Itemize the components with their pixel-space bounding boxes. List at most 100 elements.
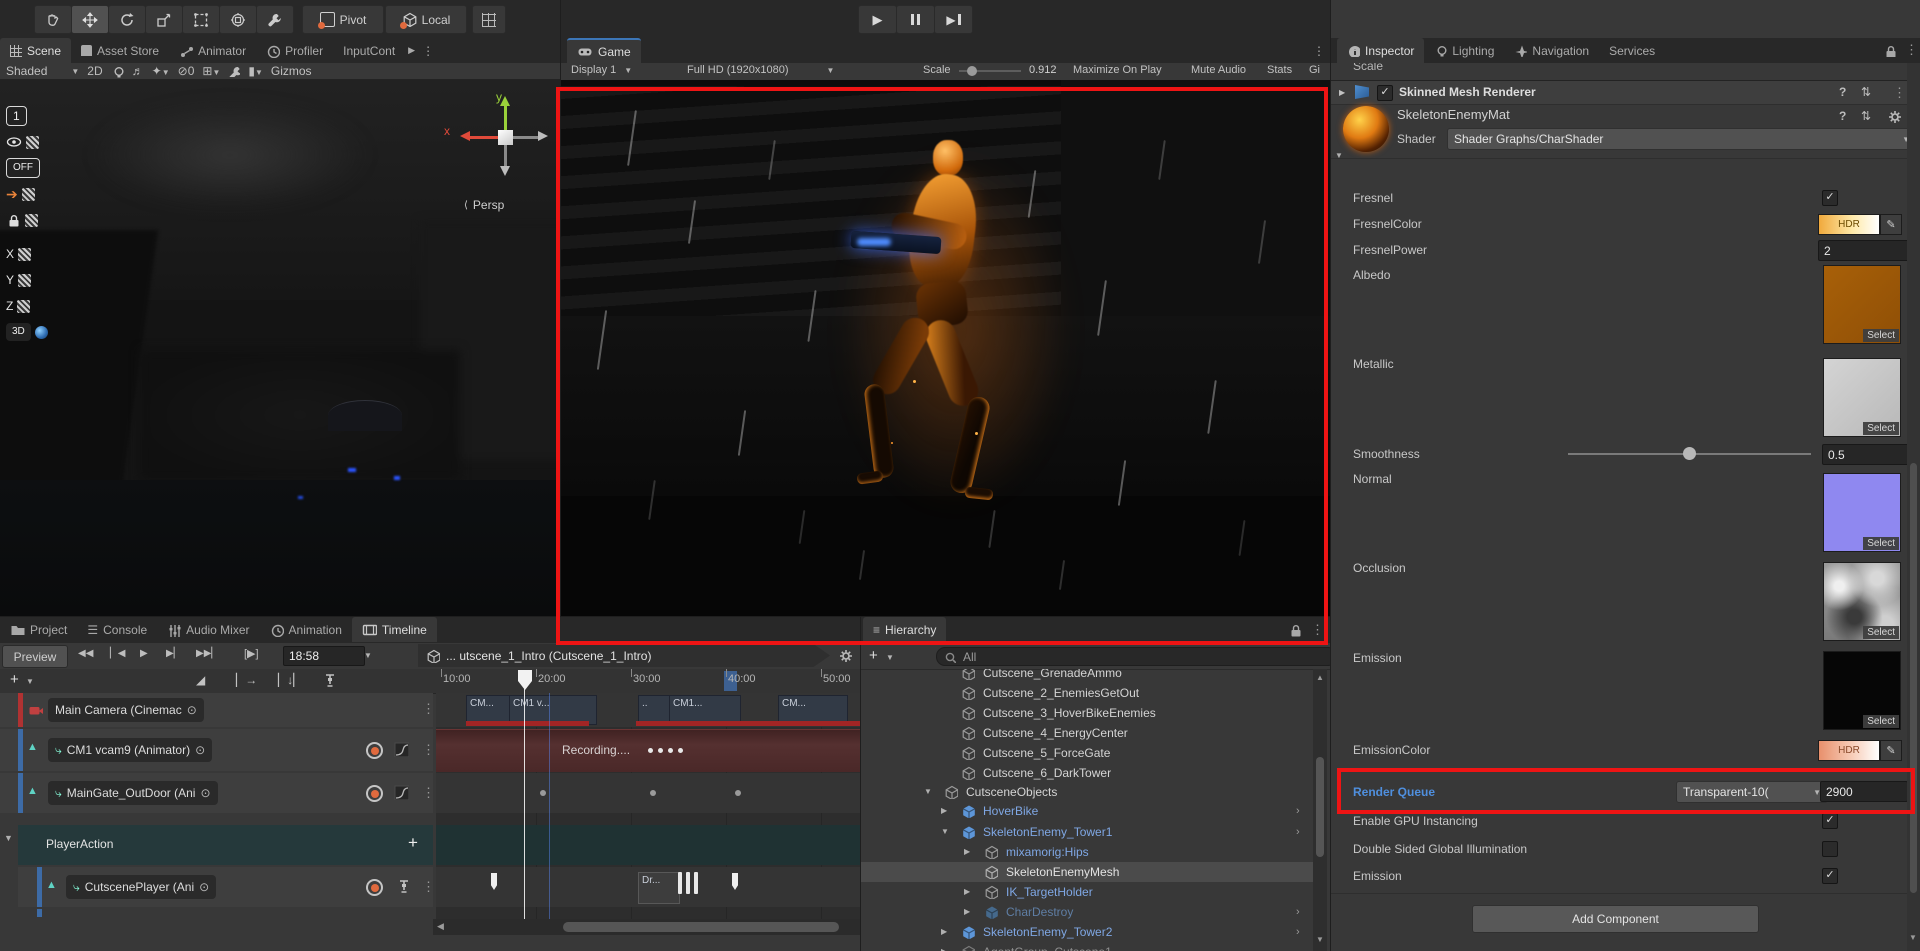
metallic-texture-slot[interactable]: Select — [1823, 358, 1901, 437]
add-track-button[interactable]: + — [10, 671, 19, 688]
scene-measure-dropdown[interactable]: ▮▼ — [248, 64, 263, 78]
hierarchy-item[interactable]: Cutscene_5_ForceGate — [861, 743, 1313, 763]
hierarchy-item[interactable]: Cutscene_2_EnemiesGetOut — [861, 683, 1313, 703]
display-dropdown[interactable]: Display 1 ▼ — [571, 64, 632, 76]
tab-inspector[interactable]: Inspector — [1337, 38, 1425, 63]
time-options-caret[interactable]: ▼ — [364, 651, 372, 660]
smoothness-slider-knob[interactable] — [1683, 447, 1696, 460]
hierarchy-item[interactable]: ▼ SkeletonEnemy_Tower1 › — [861, 822, 1313, 842]
clip-edit-mode-2[interactable]: ▏↓▏ — [278, 673, 302, 687]
hierarchy-item[interactable]: Cutscene_6_DarkTower — [861, 763, 1313, 783]
gizmo-center-cube[interactable] — [498, 130, 513, 145]
prev-frame-button[interactable]: ▏◀ — [110, 648, 125, 659]
target-icon[interactable]: ⊙ — [187, 703, 197, 717]
albedo-texture-slot[interactable]: Select — [1823, 265, 1901, 344]
scroll-thumb[interactable] — [1910, 463, 1917, 893]
track-row-cm1-vcam9[interactable]: ▲ ⤷ CM1 vcam9 (Animator) ⊙ ⋮ — [0, 729, 436, 771]
component-menu[interactable]: ⋮ — [1893, 85, 1907, 101]
component-enabled-checkbox[interactable]: ✓ — [1377, 85, 1393, 101]
search-input[interactable] — [961, 648, 1295, 665]
render-queue-dropdown[interactable]: Transparent-10(▼ — [1676, 781, 1828, 803]
track-row-main-camera[interactable]: Main Camera (Cinemac ⊙ ⋮ — [0, 693, 435, 727]
track-menu[interactable]: ⋮ — [422, 785, 436, 801]
foldout-expanded-icon[interactable]: ▼ — [941, 822, 949, 842]
timeline-settings-gear[interactable] — [838, 648, 853, 663]
target-icon[interactable]: ⊙ — [200, 786, 210, 800]
hierarchy-item-selected[interactable]: SkeletonEnemyMesh — [861, 862, 1313, 882]
preview-button[interactable]: Preview — [2, 645, 68, 668]
hierarchy-item[interactable]: ▶AgentGroup_Cutscene1 — [861, 942, 1313, 951]
hierarchy-item[interactable]: ▼ CutsceneObjects — [861, 782, 1313, 802]
curves-toggle[interactable]: ◢ — [196, 673, 205, 687]
timeline-clips-area[interactable]: CM... CM1 v... .. CM1... CM... Recording… — [436, 693, 860, 919]
render-queue-value-field[interactable]: 2900 — [1820, 781, 1908, 802]
track-menu[interactable]: ⋮ — [422, 742, 436, 758]
group-add-button[interactable]: + — [408, 833, 418, 853]
resolution-dropdown[interactable]: Full HD (1920x1080) ▼ — [687, 64, 834, 76]
scene-fx-dropdown[interactable]: ✦▼ — [152, 64, 170, 78]
timeline-breadcrumb[interactable]: ... utscene_1_Intro (Cutscene_1_Intro) — [418, 644, 830, 667]
gizmo-down-axis[interactable] — [504, 142, 507, 168]
scroll-up-arrow[interactable]: ▲ — [1316, 673, 1324, 682]
inspector-lock-icon[interactable] — [1883, 44, 1896, 57]
gizmos-button-clipped[interactable]: Gi — [1309, 64, 1320, 76]
select-button[interactable]: Select — [1863, 422, 1899, 435]
scene-orientation-gizmo[interactable]: y x ⟨ Persp — [430, 90, 550, 220]
maximize-on-play-button[interactable]: Maximize On Play — [1073, 64, 1162, 76]
track-row-cutsceneplayer[interactable]: ▲ ⤷ CutscenePlayer (Ani ⊙ ⋮ — [18, 867, 436, 907]
hierarchy-item[interactable]: ▶ SkeletonEnemy_Tower2 › — [861, 922, 1313, 942]
hierarchy-add-button[interactable]: + — [869, 647, 878, 664]
clip-edit-mode-1[interactable]: ▏→ — [236, 673, 257, 687]
tab-navigation[interactable]: Navigation — [1504, 38, 1599, 63]
time-field[interactable]: 18:58 — [283, 646, 365, 666]
scroll-left-arrow[interactable]: ◀ — [437, 921, 444, 932]
tab-inputcont[interactable]: InputCont — [333, 38, 405, 63]
select-button[interactable]: Select — [1863, 715, 1899, 728]
pin-icon[interactable] — [396, 879, 411, 894]
tab-animation[interactable]: Animation — [260, 617, 352, 642]
overlay-button-visibility[interactable] — [6, 131, 52, 153]
inspector-menu[interactable]: ⋮ — [1905, 42, 1919, 58]
inspector-scrollbar[interactable]: ▼ — [1907, 63, 1920, 951]
emission-toggle-checkbox[interactable]: ✓ — [1822, 868, 1838, 884]
hierarchy-add-caret[interactable]: ▼ — [886, 653, 894, 662]
track-menu[interactable]: ⋮ — [422, 879, 436, 895]
foldout-collapsed-icon[interactable]: ▶ — [941, 922, 947, 942]
scene-audio-toggle[interactable]: ♬ — [132, 64, 144, 78]
goto-end-button[interactable]: ▶▶▏ — [196, 648, 219, 659]
next-frame-button[interactable]: ▶▏ — [166, 648, 181, 659]
tab-project[interactable]: Project — [0, 617, 77, 642]
overlay-button-x[interactable]: X — [6, 243, 52, 265]
foldout-collapsed-icon[interactable]: ▶ — [964, 902, 970, 922]
scene-gizmos-dropdown[interactable]: Gizmos — [271, 64, 312, 78]
emissioncolor-eyedropper[interactable]: ✎ — [1880, 740, 1902, 761]
scene-grid-dropdown[interactable]: ⊞▼ — [202, 64, 220, 78]
prefab-open-chevron[interactable]: › — [1296, 922, 1300, 942]
gizmo-right-axis[interactable] — [512, 136, 540, 139]
foldout-collapsed-icon[interactable]: ▶ — [941, 942, 947, 951]
tab-hierarchy[interactable]: ≡ Hierarchy — [863, 617, 947, 643]
tab-game[interactable]: Game — [567, 38, 641, 63]
marker-pin[interactable] — [491, 873, 497, 890]
game-viewport[interactable] — [561, 80, 1331, 616]
target-icon[interactable]: ⊙ — [195, 743, 205, 757]
foldout-expanded-icon[interactable]: ▼ — [924, 782, 932, 802]
material-preview-sphere[interactable] — [1343, 106, 1389, 152]
scroll-thumb[interactable] — [1316, 757, 1324, 857]
overlay-button-off[interactable]: OFF — [6, 157, 52, 179]
scale-slider-knob[interactable] — [967, 66, 977, 76]
scroll-down-arrow[interactable]: ▼ — [1909, 933, 1917, 942]
component-header[interactable]: ▶ ✓ Skinned Mesh Renderer ? ⇅ ⋮ — [1331, 80, 1920, 105]
tab-overflow-arrow[interactable]: ▶ — [405, 38, 418, 63]
tab-timeline[interactable]: Timeline — [351, 617, 437, 642]
prefab-open-chevron[interactable]: › — [1296, 822, 1300, 842]
select-button[interactable]: Select — [1863, 537, 1899, 550]
gizmo-persp-row[interactable]: ⟨ Persp — [464, 198, 504, 212]
overlay-button-lock[interactable] — [6, 209, 52, 231]
hierarchy-lock-icon[interactable] — [1288, 623, 1302, 637]
playhead-line[interactable] — [524, 689, 525, 919]
track-name-chip[interactable]: Main Camera (Cinemac ⊙ — [48, 698, 204, 722]
record-toggle[interactable] — [366, 785, 383, 802]
hierarchy-item[interactable]: Cutscene_3_HoverBikeEnemies — [861, 703, 1313, 723]
double-sided-gi-checkbox[interactable] — [1822, 841, 1838, 857]
